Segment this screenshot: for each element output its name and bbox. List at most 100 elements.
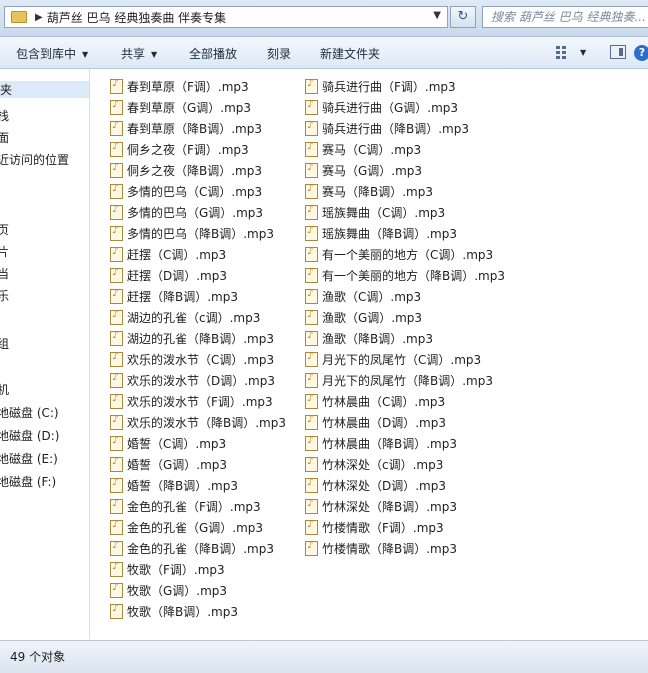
search-input[interactable]: 搜索 葫芦丝 巴乌 经典独奏...: [482, 6, 648, 28]
nav-item-computer[interactable]: 机: [0, 381, 9, 398]
mp3-file-icon: [110, 288, 123, 304]
file-name: 牧歌（F调）.mp3: [127, 562, 225, 577]
share-button[interactable]: 共享 ▼: [121, 45, 157, 62]
mp3-file-icon: [110, 372, 123, 388]
list-item[interactable]: 有一个美丽的地方（降B调）.mp3: [305, 265, 505, 285]
list-item[interactable]: 牧歌（G调）.mp3: [110, 580, 227, 600]
list-item[interactable]: 婚誓（降B调）.mp3: [110, 475, 238, 495]
file-name: 竹林深处（降B调）.mp3: [322, 499, 457, 514]
help-icon[interactable]: ?: [634, 45, 648, 61]
list-item[interactable]: 赛马（G调）.mp3: [305, 160, 422, 180]
list-item[interactable]: 竹林深处（D调）.mp3: [305, 475, 446, 495]
new-folder-button[interactable]: 新建文件夹: [320, 45, 380, 62]
list-item[interactable]: 赛马（C调）.mp3: [305, 139, 421, 159]
address-bar[interactable]: ▶ 葫芦丝 巴乌 经典独奏曲 伴奏专集 ▼: [4, 6, 448, 28]
nav-item-downloads[interactable]: 栈: [0, 107, 9, 124]
list-item[interactable]: 竹林深处（c调）.mp3: [305, 454, 443, 474]
file-name: 竹林晨曲（D调）.mp3: [322, 415, 446, 430]
nav-item-music[interactable]: 乐: [0, 287, 9, 304]
list-item[interactable]: 骑兵进行曲（G调）.mp3: [305, 97, 458, 117]
nav-item-favorites[interactable]: 夹: [0, 81, 89, 98]
chevron-down-icon: ▼: [151, 50, 158, 59]
list-item[interactable]: 月光下的凤尾竹（C调）.mp3: [305, 349, 481, 369]
file-name: 婚誓（降B调）.mp3: [127, 478, 238, 493]
nav-item-homegroup[interactable]: 组: [0, 335, 9, 352]
nav-item-drive-f[interactable]: 地磁盘 (F:): [0, 473, 56, 490]
list-item[interactable]: 牧歌（F调）.mp3: [110, 559, 225, 579]
nav-item-recent-places[interactable]: 近访问的位置: [0, 151, 69, 168]
list-item[interactable]: 春到草原（F调）.mp3: [110, 76, 249, 96]
mp3-file-icon: [305, 120, 318, 136]
nav-item-drive-d[interactable]: 地磁盘 (D:): [0, 427, 59, 444]
list-item[interactable]: 侗乡之夜（降B调）.mp3: [110, 160, 262, 180]
list-item[interactable]: 金色的孔雀（G调）.mp3: [110, 517, 263, 537]
file-name: 竹楼情歌（F调）.mp3: [322, 520, 444, 535]
command-toolbar: 包含到库中 ▼ 共享 ▼ 全部播放 刻录 新建文件夹 ▼ ?: [0, 37, 648, 69]
list-item[interactable]: 多情的巴乌（G调）.mp3: [110, 202, 263, 222]
list-item[interactable]: 渔歌（降B调）.mp3: [305, 328, 433, 348]
list-item[interactable]: 月光下的凤尾竹（降B调）.mp3: [305, 370, 493, 390]
list-item[interactable]: 多情的巴乌（降B调）.mp3: [110, 223, 274, 243]
nav-item-drive-c[interactable]: 地磁盘 (C:): [0, 404, 59, 421]
list-item[interactable]: 欢乐的泼水节（降B调）.mp3: [110, 412, 286, 432]
include-in-library-button[interactable]: 包含到库中 ▼: [16, 45, 88, 62]
list-item[interactable]: 欢乐的泼水节（D调）.mp3: [110, 370, 275, 390]
nav-item-pictures[interactable]: 片: [0, 243, 9, 260]
list-item[interactable]: 赛马（降B调）.mp3: [305, 181, 433, 201]
list-item[interactable]: 赶摆（D调）.mp3: [110, 265, 227, 285]
view-dropdown-icon[interactable]: ▼: [580, 48, 586, 57]
list-item[interactable]: 春到草原（G调）.mp3: [110, 97, 251, 117]
list-item[interactable]: 竹林深处（降B调）.mp3: [305, 496, 457, 516]
list-item[interactable]: 牧歌（降B调）.mp3: [110, 601, 238, 621]
list-item[interactable]: 竹林晨曲（C调）.mp3: [305, 391, 445, 411]
play-all-button[interactable]: 全部播放: [189, 45, 237, 62]
view-options-icon[interactable]: [556, 45, 570, 59]
nav-item-desktop[interactable]: 面: [0, 129, 9, 146]
list-item[interactable]: 瑶族舞曲（降B调）.mp3: [305, 223, 457, 243]
list-item[interactable]: 竹楼情歌（F调）.mp3: [305, 517, 444, 537]
list-item[interactable]: 竹林晨曲（D调）.mp3: [305, 412, 446, 432]
mp3-file-icon: [110, 183, 123, 199]
nav-item-videos[interactable]: 页: [0, 221, 9, 238]
list-item[interactable]: 春到草原（降B调）.mp3: [110, 118, 262, 138]
address-dropdown-icon[interactable]: ▼: [433, 10, 441, 21]
mp3-file-icon: [305, 162, 318, 178]
list-item[interactable]: 骑兵进行曲（降B调）.mp3: [305, 118, 469, 138]
list-item[interactable]: 婚誓（G调）.mp3: [110, 454, 227, 474]
list-item[interactable]: 竹楼情歌（降B调）.mp3: [305, 538, 457, 558]
list-item[interactable]: 金色的孔雀（降B调）.mp3: [110, 538, 274, 558]
file-name: 竹林晨曲（降B调）.mp3: [322, 436, 457, 451]
list-item[interactable]: 婚誓（C调）.mp3: [110, 433, 226, 453]
mp3-file-icon: [110, 204, 123, 220]
list-item[interactable]: 赶摆（C调）.mp3: [110, 244, 226, 264]
breadcrumb-separator-icon[interactable]: ▶: [35, 12, 43, 23]
file-name: 竹楼情歌（降B调）.mp3: [322, 541, 457, 556]
list-item[interactable]: 欢乐的泼水节（C调）.mp3: [110, 349, 274, 369]
list-item[interactable]: 渔歌（G调）.mp3: [305, 307, 422, 327]
list-item[interactable]: 侗乡之夜（F调）.mp3: [110, 139, 249, 159]
file-name: 骑兵进行曲（G调）.mp3: [322, 100, 459, 115]
refresh-button[interactable]: ↻: [450, 6, 476, 28]
list-item[interactable]: 竹林晨曲（降B调）.mp3: [305, 433, 457, 453]
list-item[interactable]: 有一个美丽的地方（C调）.mp3: [305, 244, 493, 264]
list-item[interactable]: 瑶族舞曲（C调）.mp3: [305, 202, 445, 222]
file-name: 婚誓（C调）.mp3: [127, 436, 227, 451]
list-item[interactable]: 渔歌（C调）.mp3: [305, 286, 421, 306]
nav-item-documents[interactable]: 当: [0, 265, 9, 282]
folder-icon: [11, 11, 27, 23]
list-item[interactable]: 多情的巴乌（C调）.mp3: [110, 181, 262, 201]
address-bar-area: ▶ 葫芦丝 巴乌 经典独奏曲 伴奏专集 ▼ ↻ 搜索 葫芦丝 巴乌 经典独奏..…: [0, 0, 648, 37]
list-item[interactable]: 湖边的孔雀（降B调）.mp3: [110, 328, 274, 348]
breadcrumb-current-folder[interactable]: 葫芦丝 巴乌 经典独奏曲 伴奏专集: [47, 9, 226, 26]
mp3-file-icon: [305, 141, 318, 157]
list-item[interactable]: 骑兵进行曲（F调）.mp3: [305, 76, 456, 96]
preview-pane-icon[interactable]: [610, 45, 626, 59]
nav-item-drive-e[interactable]: 地磁盘 (E:): [0, 450, 58, 467]
list-item[interactable]: 欢乐的泼水节（F调）.mp3: [110, 391, 273, 411]
burn-button[interactable]: 刻录: [267, 45, 291, 62]
share-label: 共享: [121, 47, 146, 61]
mp3-file-icon: [305, 330, 318, 346]
list-item[interactable]: 金色的孔雀（F调）.mp3: [110, 496, 261, 516]
list-item[interactable]: 赶摆（降B调）.mp3: [110, 286, 238, 306]
list-item[interactable]: 湖边的孔雀（c调）.mp3: [110, 307, 260, 327]
